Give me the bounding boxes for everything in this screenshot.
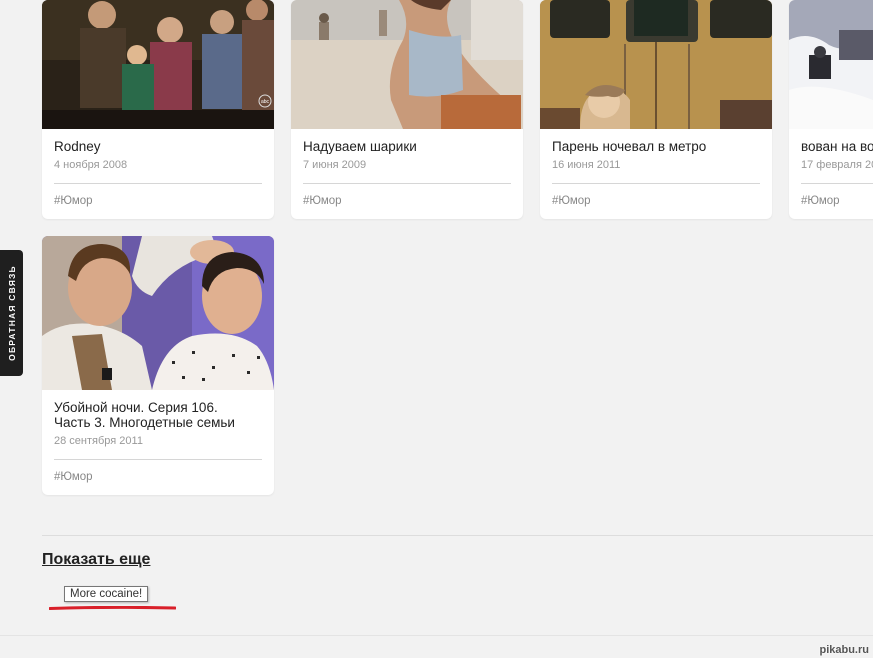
video-thumbnail[interactable] bbox=[540, 0, 772, 129]
video-thumbnail[interactable]: abc bbox=[42, 0, 274, 129]
video-date: 16 июня 2011 bbox=[552, 159, 621, 171]
video-thumbnail[interactable] bbox=[291, 0, 523, 129]
tag-link[interactable]: #Юмор bbox=[54, 460, 262, 495]
video-thumbnail[interactable] bbox=[789, 0, 873, 129]
tag-link[interactable]: #Юмор bbox=[801, 184, 873, 219]
video-thumbnail[interactable] bbox=[42, 236, 274, 390]
video-date: 28 сентября 2011 bbox=[54, 435, 143, 447]
watermark: pikabu.ru bbox=[819, 644, 869, 656]
video-title[interactable]: вован на во bbox=[801, 139, 873, 154]
show-more-link[interactable]: Показать еще bbox=[42, 551, 150, 569]
abc-logo: abc bbox=[261, 99, 270, 105]
video-card[interactable]: вован на во 17 февраля 20 #Юмор bbox=[789, 0, 873, 219]
video-date: 17 февраля 20 bbox=[801, 159, 873, 171]
feedback-tab[interactable]: ОБРАТНАЯ СВЯЗЬ bbox=[0, 250, 23, 376]
tag-link[interactable]: #Юмор bbox=[552, 184, 760, 219]
video-date: 7 июня 2009 bbox=[303, 159, 367, 171]
page: abc Rodney 4 ноября 2008 #Юмор Надуваем … bbox=[0, 0, 873, 658]
footer-divider bbox=[0, 635, 873, 636]
divider bbox=[42, 535, 873, 536]
red-underline-annotation bbox=[49, 606, 176, 610]
video-card[interactable]: Надуваем шарики 7 июня 2009 #Юмор bbox=[291, 0, 523, 219]
tooltip: More cocaine! bbox=[64, 586, 149, 602]
video-title[interactable]: Надуваем шарики bbox=[303, 139, 511, 154]
video-title[interactable]: Rodney bbox=[54, 139, 262, 154]
feedback-tab-label: ОБРАТНАЯ СВЯЗЬ bbox=[6, 265, 17, 361]
video-card[interactable]: abc Rodney 4 ноября 2008 #Юмор bbox=[42, 0, 274, 219]
video-title[interactable]: Убойной ночи. Серия 106. Часть 3. Многод… bbox=[54, 400, 262, 430]
video-date: 4 ноября 2008 bbox=[54, 159, 128, 171]
video-card[interactable]: Убойной ночи. Серия 106. Часть 3. Многод… bbox=[42, 236, 274, 495]
tag-link[interactable]: #Юмор bbox=[303, 184, 511, 219]
video-title[interactable]: Парень ночевал в метро bbox=[552, 139, 760, 154]
tag-link[interactable]: #Юмор bbox=[54, 184, 262, 219]
video-card[interactable]: Парень ночевал в метро 16 июня 2011 #Юмо… bbox=[540, 0, 772, 219]
